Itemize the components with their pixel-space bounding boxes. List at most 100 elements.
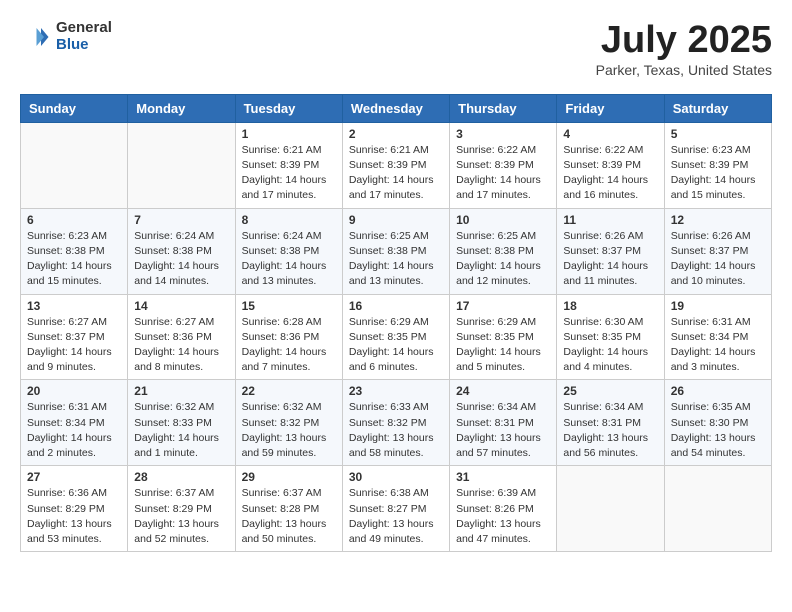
calendar-cell: 4Sunrise: 6:22 AMSunset: 8:39 PMDaylight… xyxy=(557,122,664,208)
day-number: 6 xyxy=(27,213,121,227)
day-info: Sunrise: 6:24 AMSunset: 8:38 PMDaylight:… xyxy=(242,229,336,290)
calendar-cell: 8 Sunrise: 6:24 AMSunset: 8:38 PMDaylight… xyxy=(235,208,342,294)
day-info: Sunrise: 6:37 AMSunset: 8:28 PMDaylight:… xyxy=(242,486,336,547)
weekday-header: Wednesday xyxy=(342,94,449,122)
day-info: Sunrise: 6:31 AMSunset: 8:34 PMDaylight:… xyxy=(671,315,765,376)
day-number: 2 xyxy=(349,127,443,141)
day-number: 12 xyxy=(671,213,765,227)
day-info: Sunrise: 6:26 AMSunset: 8:37 PMDaylight:… xyxy=(563,229,657,290)
logo-blue: Blue xyxy=(56,37,112,54)
day-number: 19 xyxy=(671,299,765,313)
day-number: 4 xyxy=(563,127,657,141)
day-info: Sunrise: 6:33 AMSunset: 8:32 PMDaylight:… xyxy=(349,400,443,461)
day-number: 28 xyxy=(134,470,228,484)
day-number: 14 xyxy=(134,299,228,313)
day-info: Sunrise: 6:25 AMSunset: 8:38 PMDaylight:… xyxy=(349,229,443,290)
day-number: 22 xyxy=(242,384,336,398)
calendar-cell: 15 Sunrise: 6:28 AMSunset: 8:36 PMDayligh… xyxy=(235,294,342,380)
weekday-header: Thursday xyxy=(450,94,557,122)
day-number: 1 xyxy=(242,127,336,141)
calendar-cell xyxy=(557,466,664,552)
day-info: Sunrise: 6:22 AMSunset: 8:39 PMDaylight:… xyxy=(456,143,550,204)
calendar-cell: 31 Sunrise: 6:39 AMSunset: 8:26 PMDayligh… xyxy=(450,466,557,552)
calendar-cell: 26Sunrise: 6:35 AMSunset: 8:30 PMDayligh… xyxy=(664,380,771,466)
location: Parker, Texas, United States xyxy=(596,62,772,78)
day-info: Sunrise: 6:21 AMSunset: 8:39 PMDaylight:… xyxy=(242,143,336,204)
calendar-cell: 23 Sunrise: 6:33 AMSunset: 8:32 PMDayligh… xyxy=(342,380,449,466)
calendar-cell: 21Sunrise: 6:32 AMSunset: 8:33 PMDayligh… xyxy=(128,380,235,466)
calendar-cell: 19 Sunrise: 6:31 AMSunset: 8:34 PMDayligh… xyxy=(664,294,771,380)
calendar-cell: 6 Sunrise: 6:23 AMSunset: 8:38 PMDaylight… xyxy=(21,208,128,294)
day-info: Sunrise: 6:23 AMSunset: 8:38 PMDaylight:… xyxy=(27,229,121,290)
day-number: 20 xyxy=(27,384,121,398)
day-number: 18 xyxy=(563,299,657,313)
day-number: 15 xyxy=(242,299,336,313)
day-number: 24 xyxy=(456,384,550,398)
calendar-cell: 1 Sunrise: 6:21 AMSunset: 8:39 PMDaylight… xyxy=(235,122,342,208)
day-number: 27 xyxy=(27,470,121,484)
calendar-cell: 22 Sunrise: 6:32 AMSunset: 8:32 PMDayligh… xyxy=(235,380,342,466)
weekday-header-row: SundayMondayTuesdayWednesdayThursdayFrid… xyxy=(21,94,772,122)
weekday-header: Friday xyxy=(557,94,664,122)
day-number: 17 xyxy=(456,299,550,313)
day-number: 7 xyxy=(134,213,228,227)
day-number: 16 xyxy=(349,299,443,313)
day-info: Sunrise: 6:39 AMSunset: 8:26 PMDaylight:… xyxy=(456,486,550,547)
calendar-cell: 16 Sunrise: 6:29 AMSunset: 8:35 PMDayligh… xyxy=(342,294,449,380)
calendar-cell xyxy=(664,466,771,552)
calendar-cell: 12 Sunrise: 6:26 AMSunset: 8:37 PMDayligh… xyxy=(664,208,771,294)
logo-text: General Blue xyxy=(56,20,112,53)
day-number: 23 xyxy=(349,384,443,398)
logo: General Blue xyxy=(20,20,112,53)
calendar: SundayMondayTuesdayWednesdayThursdayFrid… xyxy=(20,94,772,552)
day-info: Sunrise: 6:36 AMSunset: 8:29 PMDaylight:… xyxy=(27,486,121,547)
calendar-week-row: 20Sunrise: 6:31 AMSunset: 8:34 PMDayligh… xyxy=(21,380,772,466)
day-number: 3 xyxy=(456,127,550,141)
day-info: Sunrise: 6:35 AMSunset: 8:30 PMDaylight:… xyxy=(671,400,765,461)
logo-icon xyxy=(20,22,50,52)
calendar-cell: 3 Sunrise: 6:22 AMSunset: 8:39 PMDaylight… xyxy=(450,122,557,208)
weekday-header: Monday xyxy=(128,94,235,122)
calendar-cell xyxy=(128,122,235,208)
day-number: 31 xyxy=(456,470,550,484)
calendar-week-row: 1 Sunrise: 6:21 AMSunset: 8:39 PMDaylight… xyxy=(21,122,772,208)
day-info: Sunrise: 6:30 AMSunset: 8:35 PMDaylight:… xyxy=(563,315,657,376)
day-number: 11 xyxy=(563,213,657,227)
calendar-cell: 2Sunrise: 6:21 AMSunset: 8:39 PMDaylight… xyxy=(342,122,449,208)
day-info: Sunrise: 6:38 AMSunset: 8:27 PMDaylight:… xyxy=(349,486,443,547)
logo-general: General xyxy=(56,20,112,37)
weekday-header: Sunday xyxy=(21,94,128,122)
weekday-header: Saturday xyxy=(664,94,771,122)
day-info: Sunrise: 6:27 AMSunset: 8:36 PMDaylight:… xyxy=(134,315,228,376)
calendar-cell: 14 Sunrise: 6:27 AMSunset: 8:36 PMDayligh… xyxy=(128,294,235,380)
calendar-cell: 30Sunrise: 6:38 AMSunset: 8:27 PMDayligh… xyxy=(342,466,449,552)
day-number: 5 xyxy=(671,127,765,141)
day-info: Sunrise: 6:32 AMSunset: 8:32 PMDaylight:… xyxy=(242,400,336,461)
day-info: Sunrise: 6:27 AMSunset: 8:37 PMDaylight:… xyxy=(27,315,121,376)
calendar-cell xyxy=(21,122,128,208)
day-info: Sunrise: 6:28 AMSunset: 8:36 PMDaylight:… xyxy=(242,315,336,376)
day-number: 9 xyxy=(349,213,443,227)
day-info: Sunrise: 6:34 AMSunset: 8:31 PMDaylight:… xyxy=(563,400,657,461)
day-info: Sunrise: 6:26 AMSunset: 8:37 PMDaylight:… xyxy=(671,229,765,290)
calendar-cell: 17Sunrise: 6:29 AMSunset: 8:35 PMDayligh… xyxy=(450,294,557,380)
calendar-week-row: 27 Sunrise: 6:36 AMSunset: 8:29 PMDayligh… xyxy=(21,466,772,552)
day-number: 8 xyxy=(242,213,336,227)
month-title: July 2025 xyxy=(596,20,772,62)
day-info: Sunrise: 6:23 AMSunset: 8:39 PMDaylight:… xyxy=(671,143,765,204)
title-section: July 2025 Parker, Texas, United States xyxy=(596,20,772,78)
day-number: 21 xyxy=(134,384,228,398)
day-info: Sunrise: 6:34 AMSunset: 8:31 PMDaylight:… xyxy=(456,400,550,461)
day-info: Sunrise: 6:24 AMSunset: 8:38 PMDaylight:… xyxy=(134,229,228,290)
day-number: 13 xyxy=(27,299,121,313)
calendar-cell: 25 Sunrise: 6:34 AMSunset: 8:31 PMDayligh… xyxy=(557,380,664,466)
day-info: Sunrise: 6:37 AMSunset: 8:29 PMDaylight:… xyxy=(134,486,228,547)
calendar-cell: 27 Sunrise: 6:36 AMSunset: 8:29 PMDayligh… xyxy=(21,466,128,552)
calendar-cell: 29Sunrise: 6:37 AMSunset: 8:28 PMDayligh… xyxy=(235,466,342,552)
day-number: 25 xyxy=(563,384,657,398)
calendar-cell: 20Sunrise: 6:31 AMSunset: 8:34 PMDayligh… xyxy=(21,380,128,466)
calendar-cell: 5 Sunrise: 6:23 AMSunset: 8:39 PMDaylight… xyxy=(664,122,771,208)
calendar-cell: 13 Sunrise: 6:27 AMSunset: 8:37 PMDayligh… xyxy=(21,294,128,380)
day-info: Sunrise: 6:29 AMSunset: 8:35 PMDaylight:… xyxy=(349,315,443,376)
calendar-cell: 11 Sunrise: 6:26 AMSunset: 8:37 PMDayligh… xyxy=(557,208,664,294)
